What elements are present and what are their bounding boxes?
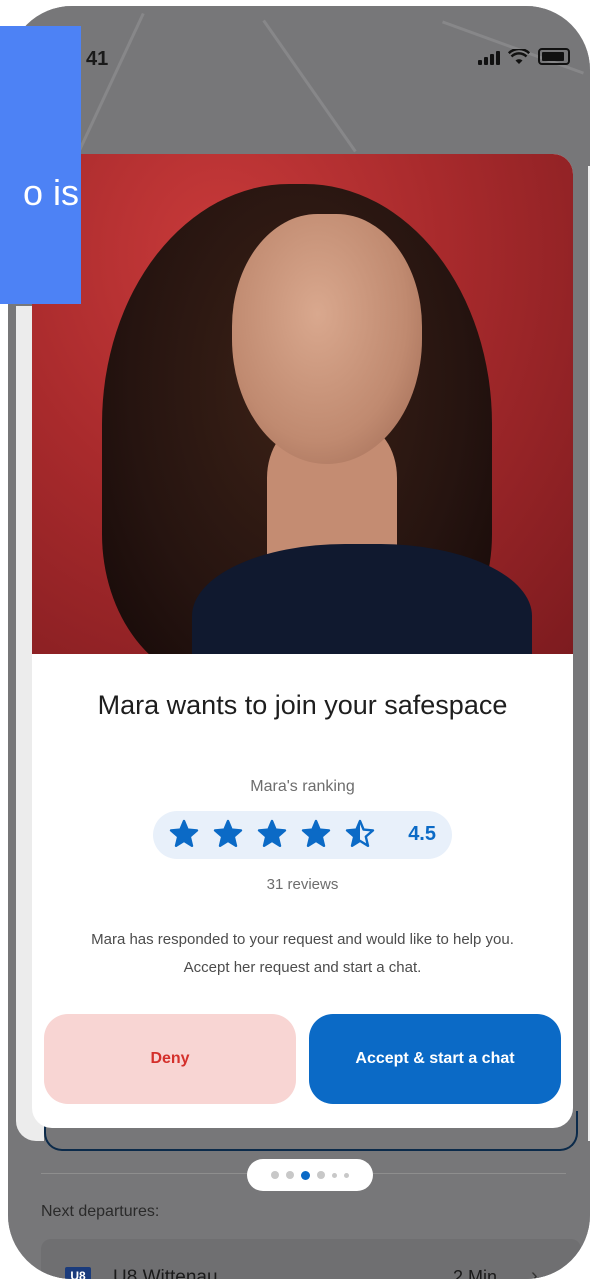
review-count: 31 reviews [266, 876, 339, 893]
departure-row[interactable]: U8 U8 Wittenau 2 Min › [41, 1239, 581, 1279]
status-icons [478, 48, 570, 65]
photo-face [232, 214, 422, 464]
page-indicator[interactable] [247, 1159, 373, 1191]
battery-icon [538, 48, 570, 65]
status-time: 41 [86, 48, 109, 70]
page-dot[interactable] [344, 1172, 349, 1178]
star-half-icon [345, 819, 375, 847]
star-full-icon [301, 819, 331, 847]
next-departures-label: Next departures: [41, 1203, 160, 1220]
deny-button[interactable]: Deny [44, 1014, 296, 1104]
accept-chat-button[interactable]: Accept & start a chat [309, 1014, 561, 1104]
page-dot[interactable] [317, 1171, 325, 1179]
page-dot[interactable] [286, 1171, 294, 1179]
star-full-icon [257, 819, 287, 847]
page-dot-active[interactable] [301, 1170, 310, 1180]
departure-time: 2 Min [453, 1267, 498, 1279]
chevron-right-icon: › [531, 1265, 538, 1279]
star-rating [169, 819, 375, 849]
card-body: Mara wants to join your safespace Mara's… [32, 654, 573, 1128]
rating-pill: 4.5 [153, 811, 452, 859]
page-dot[interactable] [271, 1171, 279, 1179]
signal-icon [478, 49, 500, 65]
star-full-icon [169, 819, 199, 847]
profile-photo [32, 154, 573, 654]
page-dot[interactable] [332, 1172, 337, 1178]
text-overlay: o is [0, 26, 81, 304]
star-full-icon [213, 819, 243, 847]
departure-name: U8 Wittenau [113, 1267, 218, 1279]
ranking-label: Mara's ranking [250, 778, 355, 795]
join-request-card: Mara wants to join your safespace Mara's… [32, 154, 573, 1128]
overlay-text: o is [22, 172, 79, 213]
rating-value: 4.5 [408, 823, 436, 845]
request-headline: Mara wants to join your safespace [97, 690, 508, 720]
request-message: Mara has responded to your request and w… [91, 931, 514, 976]
wifi-icon [508, 48, 530, 64]
status-bar: 41 [8, 44, 590, 74]
line-badge: U8 [65, 1267, 91, 1279]
